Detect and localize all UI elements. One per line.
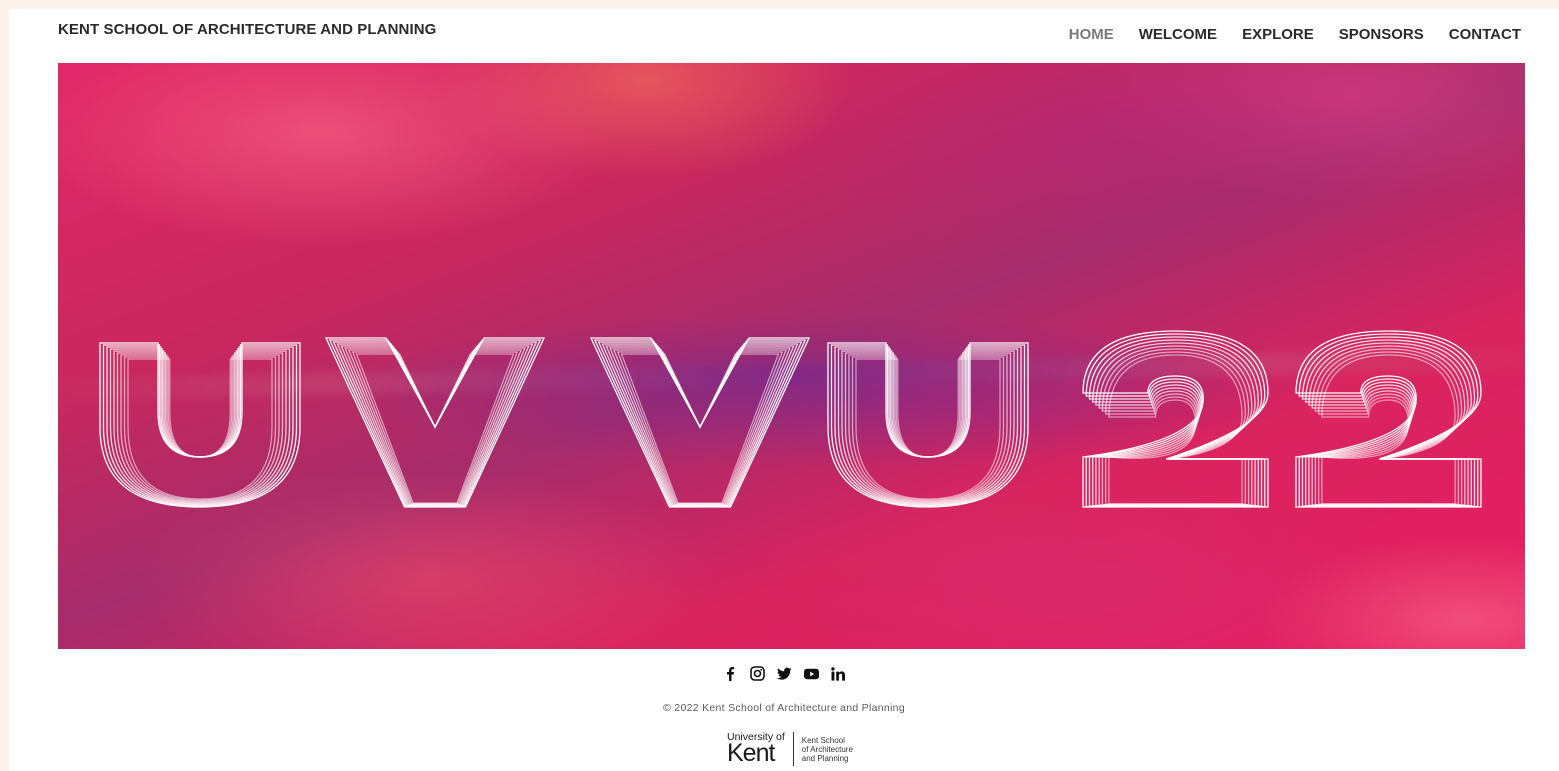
hero-letter-outline <box>1098 345 1253 506</box>
hero-letter-outline <box>1088 336 1263 507</box>
facebook-icon[interactable] <box>723 666 738 681</box>
hero-letter-outline <box>1095 342 1256 507</box>
hero-letter-outline <box>855 358 1001 500</box>
hero-letter-outline <box>123 356 277 501</box>
logo-wordmark: University of Kent <box>727 732 785 767</box>
nav-contact[interactable]: CONTACT <box>1449 26 1521 43</box>
nav-home[interactable]: HOME <box>1069 26 1114 43</box>
hero-letter-outline <box>1305 339 1472 507</box>
hero-letter-outline <box>837 348 1019 505</box>
hero-letter-outline <box>332 341 538 507</box>
hero-letter-outline <box>127 358 273 500</box>
main-nav: HOME WELCOME EXPLORE SPONSORS CONTACT <box>1069 26 1521 43</box>
page: KENT SCHOOL OF ARCHITECTURE AND PLANNING… <box>9 9 1559 771</box>
hero-letter-outline <box>1105 351 1246 505</box>
logo-school-line: of Architecture <box>801 744 853 754</box>
nav-sponsors[interactable]: SPONSORS <box>1339 26 1424 43</box>
logo-school-line: and Planning <box>801 753 849 763</box>
hero-letter-outline <box>589 337 811 508</box>
hero-letter-outline <box>113 350 287 504</box>
hero-letter-outline <box>834 346 1022 506</box>
hero-letter-outline <box>1311 345 1466 506</box>
hero-letter-outline <box>597 341 803 507</box>
site-title[interactable]: KENT SCHOOL OF ARCHITECTURE AND PLANNING <box>58 21 436 38</box>
hero-banner <box>58 63 1525 649</box>
hero-letter-outline <box>324 337 546 508</box>
hero-letter-outline <box>1298 333 1479 508</box>
hero-graphic-uvvu22 <box>99 330 1482 508</box>
copyright-text: © 2022 Kent School of Architecture and P… <box>663 702 905 714</box>
logo-divider <box>792 732 794 766</box>
hero-letter-outline <box>1318 351 1459 505</box>
hero-letter-outline <box>1301 336 1476 507</box>
nav-welcome[interactable]: WELCOME <box>1139 26 1217 43</box>
social-links <box>9 666 1559 681</box>
university-of-kent-logo[interactable]: University of Kent Kent School of Archit… <box>727 730 853 768</box>
hero-letter-outline <box>1321 354 1456 505</box>
hero-letter-outline <box>841 350 1015 504</box>
nav-explore[interactable]: EXPLORE <box>1242 26 1314 43</box>
hero-letter-outline <box>1092 339 1259 507</box>
hero-letter-outline <box>1085 333 1266 508</box>
logo-school-line: Kent School <box>801 735 845 745</box>
hero-letter-outline <box>106 346 294 506</box>
logo-kent: Kent <box>727 739 775 768</box>
hero-letter-outline <box>851 356 1005 501</box>
hero-letter-outline <box>1308 342 1469 507</box>
logo-school-name: Kent School of Architecture and Planning <box>802 736 853 763</box>
hero-letter-outline <box>109 348 291 505</box>
twitter-icon[interactable] <box>776 666 792 681</box>
hero-letter-outline <box>1108 354 1243 505</box>
linkedin-icon[interactable] <box>831 666 846 681</box>
youtube-icon[interactable] <box>803 666 819 681</box>
instagram-icon[interactable] <box>749 666 765 681</box>
